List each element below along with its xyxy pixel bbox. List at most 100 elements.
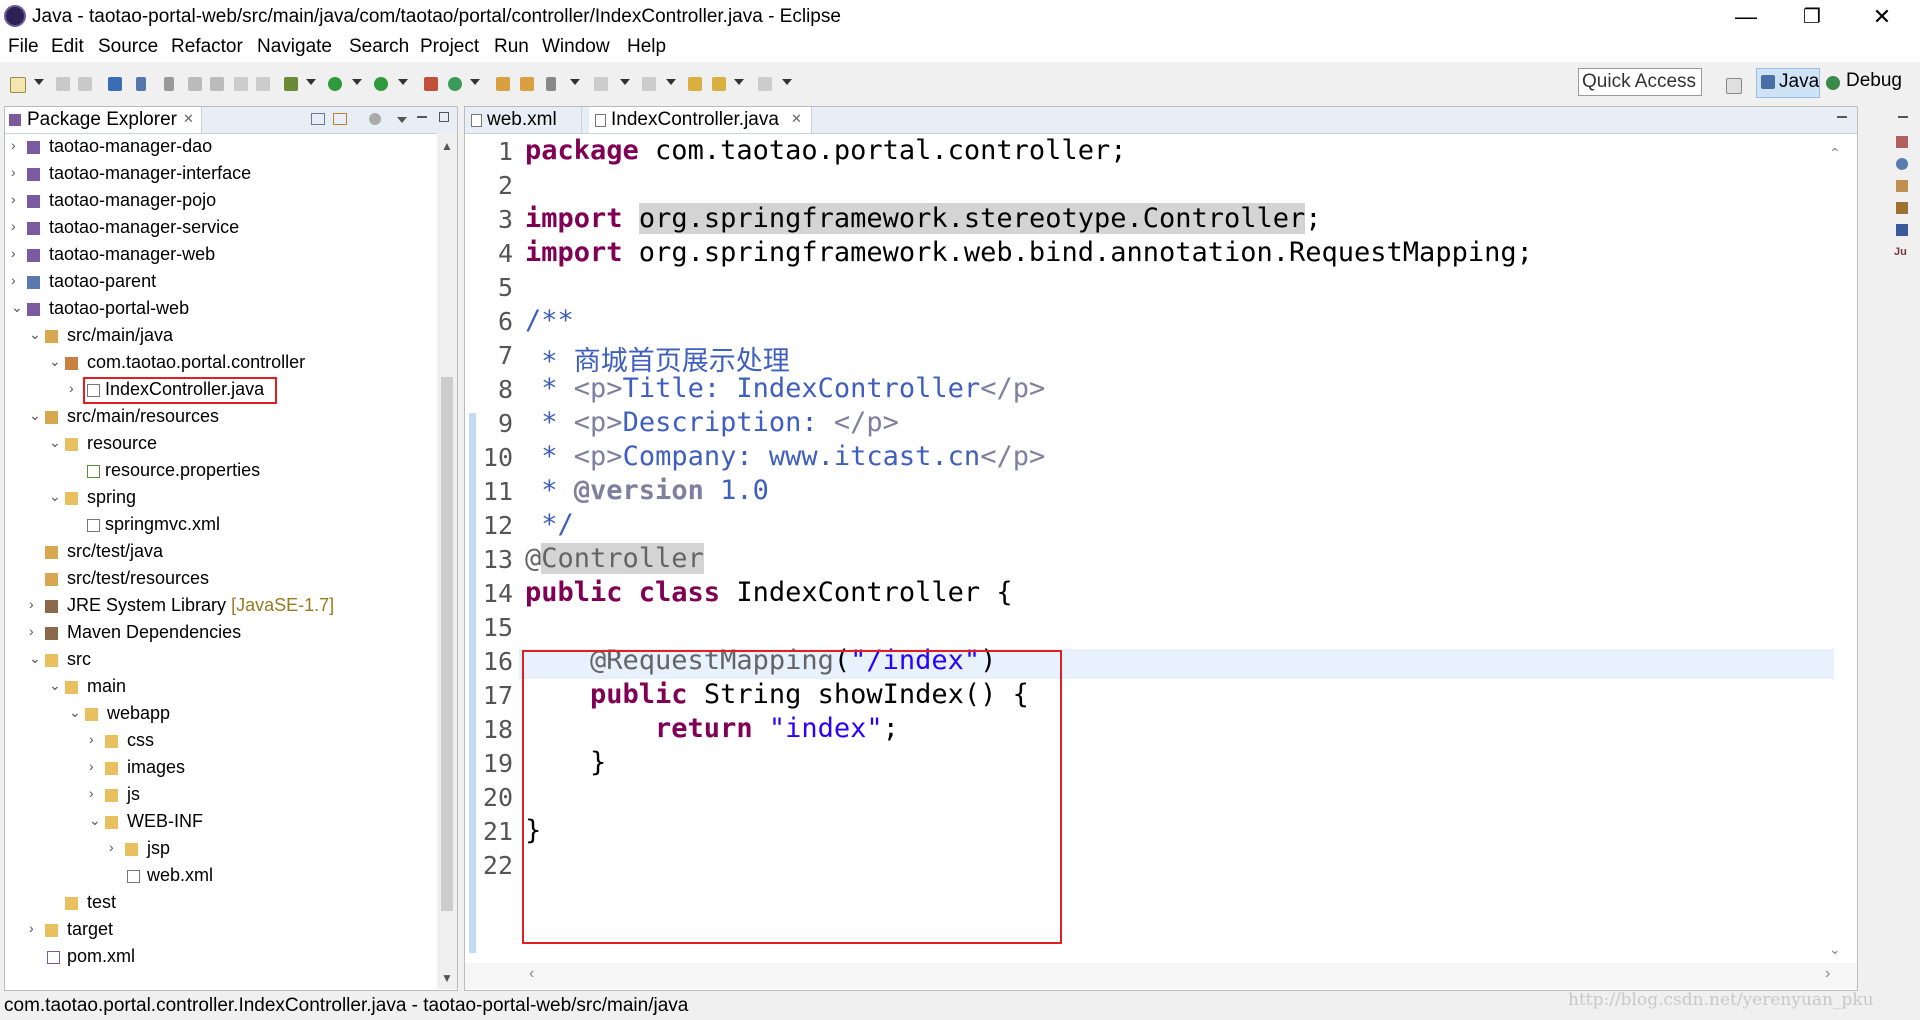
run-icon[interactable] (328, 77, 342, 91)
menu-edit[interactable]: Edit (51, 36, 84, 58)
javadoc-icon[interactable] (1896, 158, 1908, 170)
minimize-editor-icon[interactable] (1837, 116, 1847, 118)
prev-edit-icon[interactable] (642, 77, 656, 91)
new-java-project-icon[interactable] (424, 77, 438, 91)
collapse-chevron-icon[interactable]: ⌄ (69, 704, 81, 721)
run-dropdown-icon[interactable] (352, 79, 362, 85)
collapse-chevron-icon[interactable]: ⌄ (49, 434, 61, 451)
close-tab-icon[interactable]: ✕ (791, 111, 802, 127)
show-whitespace-icon[interactable] (256, 77, 270, 91)
expand-chevron-icon[interactable]: › (11, 164, 16, 180)
problems-icon[interactable] (1896, 136, 1908, 148)
save-all-icon[interactable] (78, 77, 92, 91)
prev-annotation-icon[interactable] (210, 77, 224, 91)
expand-chevron-icon[interactable]: › (11, 218, 16, 234)
new-class-icon[interactable] (448, 77, 462, 91)
menu-file[interactable]: File (8, 36, 39, 58)
menu-window[interactable]: Window (542, 36, 610, 58)
editor-horizontal-scrollbar[interactable]: ‹ › (465, 963, 1857, 989)
restore-view-icon[interactable] (1898, 116, 1908, 118)
expand-chevron-icon[interactable]: › (89, 785, 94, 801)
next-annotation-icon[interactable] (188, 77, 202, 91)
menu-refactor[interactable]: Refactor (171, 36, 243, 58)
next-edit-icon[interactable] (594, 77, 608, 91)
expand-chevron-icon[interactable]: › (109, 839, 114, 855)
collapse-chevron-icon[interactable]: ⌄ (29, 407, 41, 424)
search-view-icon[interactable] (1896, 202, 1908, 214)
menu-help[interactable]: Help (627, 36, 666, 58)
expand-chevron-icon[interactable]: › (11, 245, 16, 261)
expand-chevron-icon[interactable]: › (89, 731, 94, 747)
open-perspective-icon[interactable] (1726, 78, 1742, 94)
console-icon[interactable] (1896, 224, 1908, 236)
search-icon[interactable] (546, 77, 556, 91)
next-edit-dropdown-icon[interactable] (620, 79, 630, 85)
focus-icon[interactable] (369, 113, 381, 125)
open-type-icon[interactable] (496, 77, 510, 91)
menu-source[interactable]: Source (98, 36, 158, 58)
menu-navigate[interactable]: Navigate (257, 36, 332, 58)
view-menu-icon[interactable] (397, 117, 407, 123)
expand-chevron-icon[interactable]: › (69, 380, 74, 396)
tab-web-xml[interactable]: web.xml (465, 107, 582, 133)
block-select-icon[interactable] (234, 77, 248, 91)
expand-chevron-icon[interactable]: › (89, 758, 94, 774)
minimize-view-icon[interactable] (417, 116, 427, 118)
collapse-chevron-icon[interactable]: ⌄ (49, 353, 61, 370)
declaration-icon[interactable] (1896, 180, 1908, 192)
scroll-down-icon[interactable]: ⌄ (1829, 941, 1841, 958)
menu-run[interactable]: Run (494, 36, 529, 58)
last-edit-location-icon[interactable] (688, 77, 702, 91)
expand-chevron-icon[interactable]: › (11, 191, 16, 207)
scroll-up-icon[interactable]: ▲ (441, 139, 453, 153)
restore-button[interactable]: ❐ (1783, 0, 1841, 34)
external-tools-icon[interactable] (374, 77, 388, 91)
debug-dropdown-icon[interactable] (306, 79, 316, 85)
collapse-chevron-icon[interactable]: ⌄ (29, 650, 41, 667)
tab-package-explorer[interactable]: Package Explorer ✕ (5, 107, 202, 133)
scroll-up-icon[interactable]: ⌃ (1829, 145, 1841, 162)
forward-icon[interactable] (758, 77, 772, 91)
menu-search[interactable]: Search (349, 36, 409, 58)
collapse-chevron-icon[interactable]: ⌄ (89, 812, 101, 829)
prev-edit-dropdown-icon[interactable] (666, 79, 676, 85)
minimize-button[interactable]: — (1717, 0, 1775, 34)
expand-chevron-icon[interactable]: › (11, 272, 16, 288)
perspective-debug-button[interactable]: Debug (1846, 70, 1902, 92)
menu-project[interactable]: Project (420, 36, 479, 58)
debug-perspective-icon[interactable] (1826, 76, 1840, 90)
collapse-all-icon[interactable] (311, 113, 325, 125)
scroll-down-icon[interactable]: ▼ (441, 971, 453, 985)
link-with-editor-icon[interactable] (333, 113, 347, 125)
collapse-chevron-icon[interactable]: ⌄ (11, 299, 23, 316)
close-button[interactable]: ✕ (1853, 0, 1911, 34)
expand-chevron-icon[interactable]: › (29, 623, 34, 639)
new-icon[interactable] (10, 77, 26, 93)
save-icon[interactable] (56, 77, 70, 91)
new-class-dropdown-icon[interactable] (470, 79, 480, 85)
collapse-chevron-icon[interactable]: ⌄ (49, 488, 61, 505)
annotation-icon[interactable] (164, 77, 174, 91)
expand-chevron-icon[interactable]: › (29, 596, 34, 612)
tab-indexcontroller-java[interactable]: IndexController.java ✕ (589, 107, 812, 133)
junit-icon[interactable]: Ju (1894, 246, 1907, 258)
terminal-icon[interactable] (108, 77, 122, 91)
perspective-java-button[interactable]: Java (1756, 68, 1820, 98)
collapse-chevron-icon[interactable]: ⌄ (49, 677, 61, 694)
maximize-view-icon[interactable] (439, 112, 449, 122)
external-tools-dropdown-icon[interactable] (398, 79, 408, 85)
back-dropdown-icon[interactable] (734, 79, 744, 85)
open-task-icon[interactable] (520, 77, 534, 91)
forward-dropdown-icon[interactable] (782, 79, 792, 85)
toggle-mark-icon[interactable] (136, 77, 146, 91)
search-dropdown-icon[interactable] (570, 79, 580, 85)
expand-chevron-icon[interactable]: › (11, 137, 16, 153)
quick-access-input[interactable]: Quick Access (1578, 68, 1702, 96)
scrollbar-thumb[interactable] (441, 377, 453, 911)
scroll-left-icon[interactable]: ‹ (529, 965, 534, 983)
new-dropdown-icon[interactable] (34, 79, 44, 85)
debug-icon[interactable] (284, 77, 298, 91)
scroll-right-icon[interactable]: › (1825, 965, 1830, 983)
expand-chevron-icon[interactable]: › (29, 920, 34, 936)
close-view-icon[interactable]: ✕ (183, 111, 194, 127)
